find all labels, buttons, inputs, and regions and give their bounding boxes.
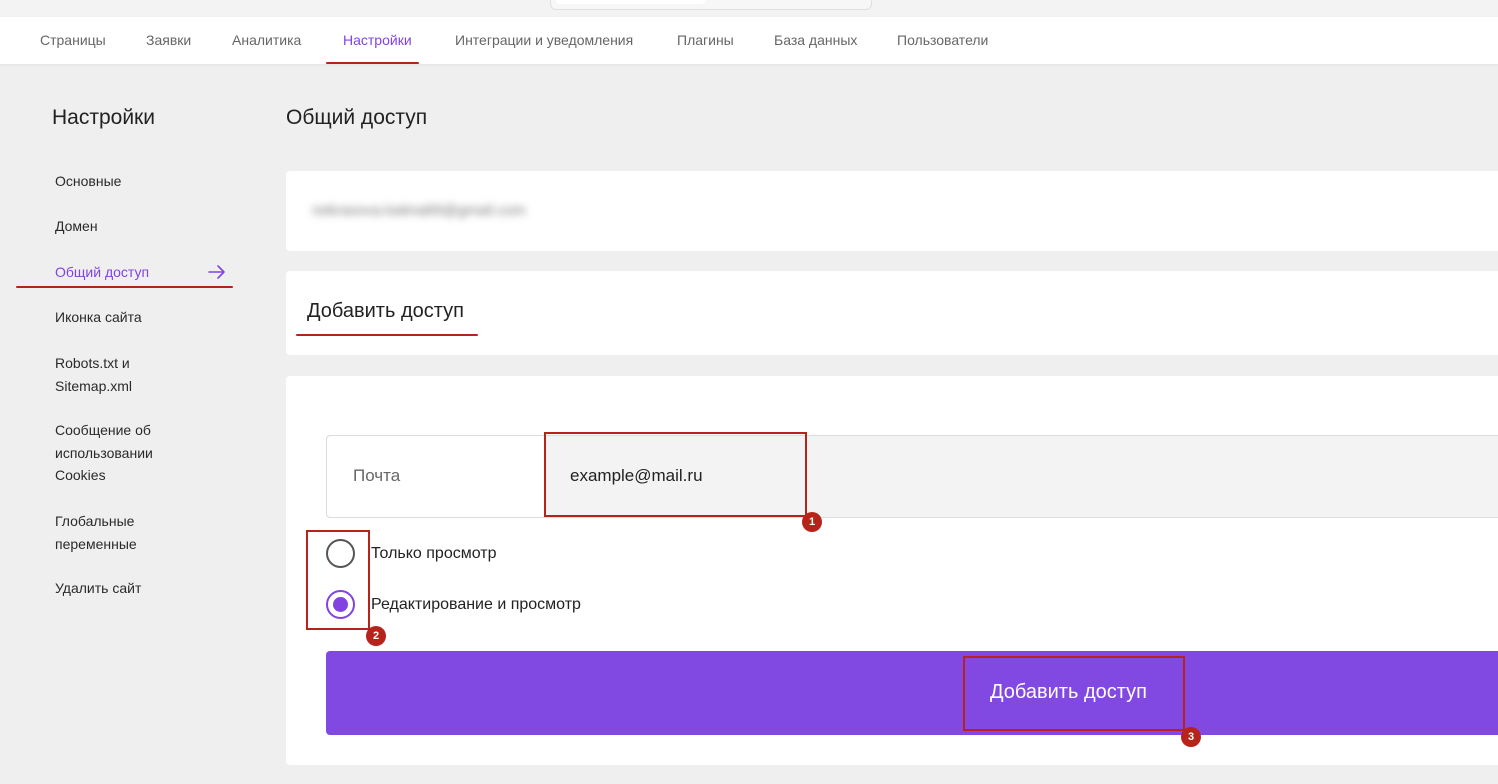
radio-view-only-label[interactable]: Только просмотр <box>371 545 497 563</box>
annotation-box-submit <box>963 656 1185 731</box>
top-nav-tabs: Страницы Заявки Аналитика Настройки Инте… <box>0 17 1498 64</box>
annotation-badge-3: 3 <box>1181 727 1201 747</box>
address-bar-inner <box>556 0 706 4</box>
sidebar-item-global-variables[interactable]: Глобальные переменные <box>55 510 137 555</box>
tab-users[interactable]: Пользователи <box>897 32 988 48</box>
tab-database[interactable]: База данных <box>774 32 857 48</box>
tab-settings[interactable]: Настройки <box>343 32 412 48</box>
existing-access-email: nekrasova.katina89@gmail.com <box>312 202 526 219</box>
sidebar-item-site-icon[interactable]: Иконка сайта <box>55 306 142 329</box>
sidebar-item-general[interactable]: Основные <box>55 170 121 193</box>
tab-pages[interactable]: Страницы <box>40 32 106 48</box>
add-access-header-card <box>286 271 1498 355</box>
radio-edit-and-view-label[interactable]: Редактирование и просмотр <box>371 596 581 614</box>
annotation-underline-sidebar <box>16 286 233 288</box>
sidebar-item-domain[interactable]: Домен <box>55 215 98 238</box>
annotation-box-radios <box>306 530 370 630</box>
arrow-right-icon <box>208 265 225 279</box>
annotation-box-email <box>544 432 807 517</box>
sidebar-title: Настройки <box>52 106 155 129</box>
tab-requests[interactable]: Заявки <box>146 32 191 48</box>
email-field-label: Почта <box>353 466 401 485</box>
sidebar-item-cookies[interactable]: Сообщение об использовании Cookies <box>55 419 153 487</box>
annotation-underline-title <box>296 334 478 336</box>
page-title: Общий доступ <box>286 106 428 129</box>
tab-analytics[interactable]: Аналитика <box>232 32 301 48</box>
sidebar-item-delete-site[interactable]: Удалить сайт <box>55 577 141 600</box>
tab-integrations[interactable]: Интеграции и уведомления <box>455 32 633 48</box>
annotation-badge-2: 2 <box>366 626 386 646</box>
annotation-underline-tab <box>326 62 419 64</box>
tab-plugins[interactable]: Плагины <box>677 32 734 48</box>
browser-top-strip <box>0 0 1498 17</box>
add-access-button[interactable] <box>326 651 1498 735</box>
add-access-title: Добавить доступ <box>307 300 464 322</box>
annotation-badge-1: 1 <box>802 512 822 532</box>
sidebar-item-sharing[interactable]: Общий доступ <box>55 261 149 284</box>
sidebar-item-robots-sitemap[interactable]: Robots.txt и Sitemap.xml <box>55 352 132 397</box>
